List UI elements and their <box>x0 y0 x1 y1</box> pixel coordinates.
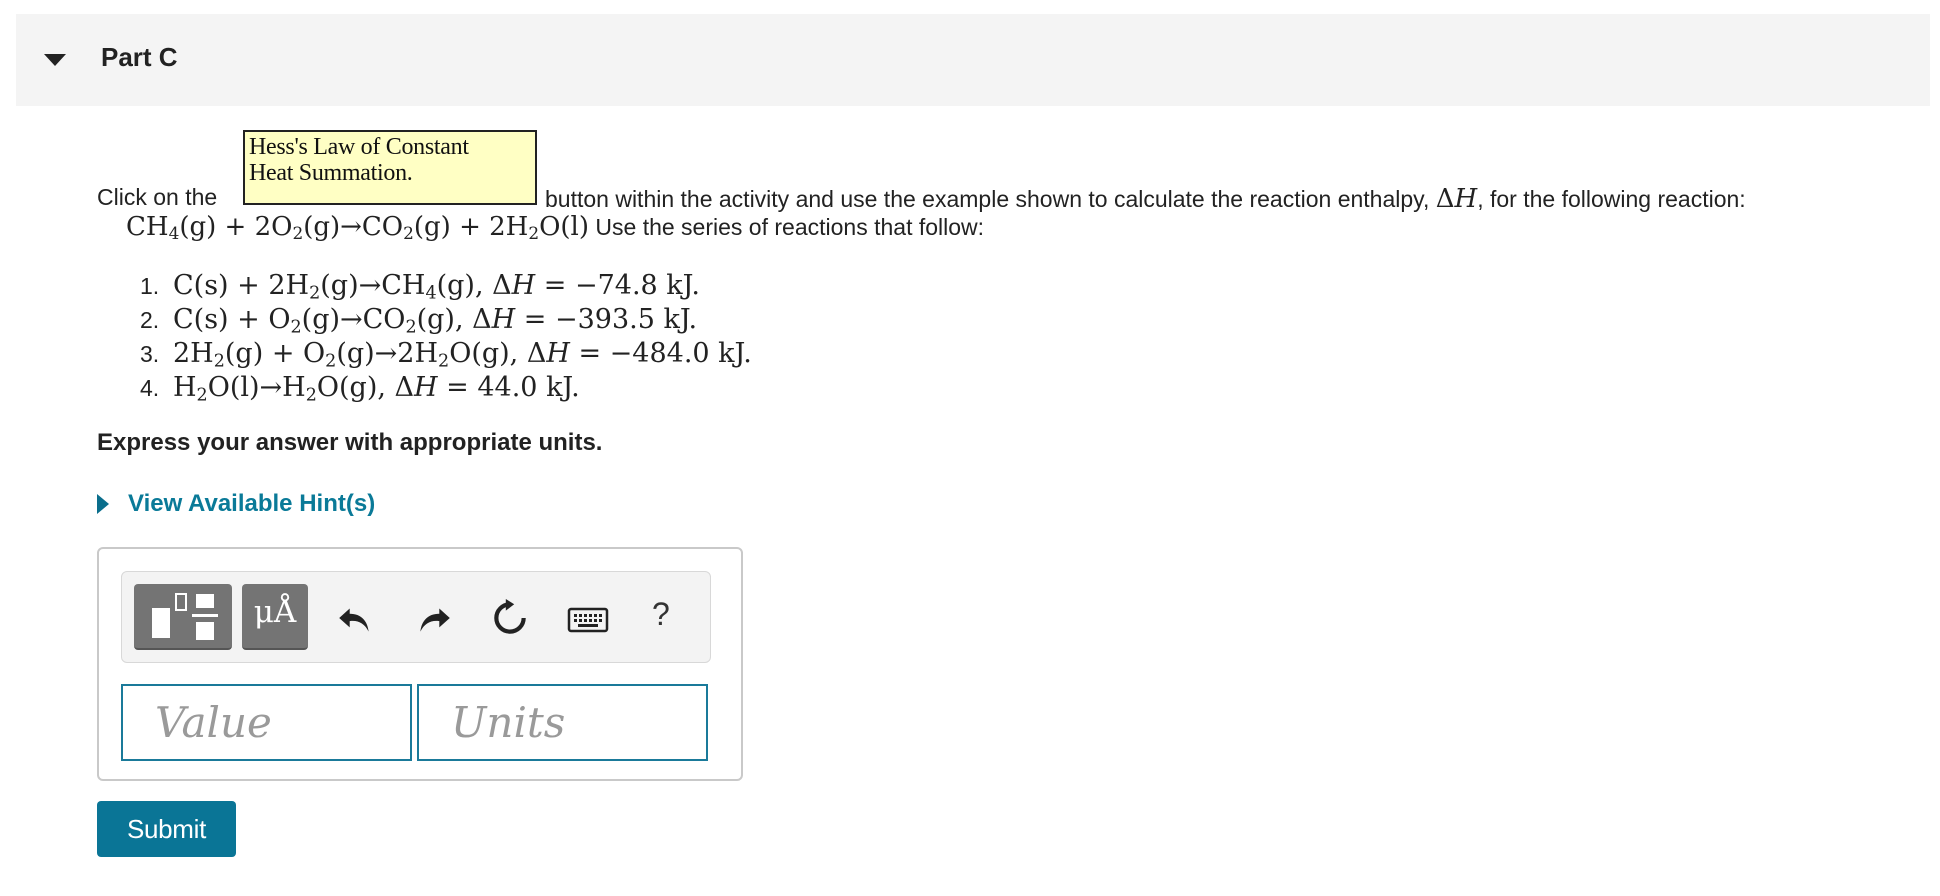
math-toolbar: μÅ ? <box>121 571 711 663</box>
target-reaction-equation: CH4(g) + 2O2(g)→CO2(g) + 2H2O(l) <box>126 212 590 244</box>
value-input[interactable]: Value <box>121 684 412 761</box>
units-input[interactable]: Units <box>417 684 708 761</box>
step-equation: C(s) + O2(g)→CO2(g), ΔH = −393.5 kJ. <box>173 304 698 338</box>
templates-button[interactable] <box>134 584 232 650</box>
hess-law-button-line1: Hess's Law of Constant <box>249 134 469 160</box>
keyboard-icon[interactable] <box>567 598 609 640</box>
expand-caret-icon[interactable] <box>97 494 109 514</box>
undo-icon[interactable] <box>335 598 377 640</box>
units-button[interactable]: μÅ <box>242 584 308 650</box>
step-equation: C(s) + 2H2(g)→CH4(g), ΔH = −74.8 kJ. <box>173 270 700 304</box>
view-hints-link[interactable]: View Available Hint(s) <box>128 490 375 518</box>
view-hints-toggle[interactable]: View Available Hint(s) <box>97 490 375 518</box>
intro-suffix-text: button within the activity and use the e… <box>545 186 1430 212</box>
collapse-caret-icon[interactable] <box>44 54 66 66</box>
units-placeholder: Units <box>451 698 566 747</box>
follow-text: Use the series of reactions that follow: <box>595 214 985 240</box>
part-header[interactable]: Part C <box>16 14 1930 106</box>
help-button[interactable]: ? <box>652 596 670 633</box>
step-number: 2. <box>140 307 160 333</box>
step-equation: 2H2(g) + O2(g)→2H2O(g), ΔH = −484.0 kJ. <box>173 338 752 372</box>
units-button-label: μÅ <box>253 594 297 630</box>
list-item: 4. H2O(l)→H2O(g), ΔH = 44.0 kJ. <box>140 372 752 406</box>
intro-suffix2: , for the following reaction: <box>1477 186 1746 212</box>
target-reaction: CH4(g) + 2O2(g)→CO2(g) + 2H2O(l) Use the… <box>126 212 984 242</box>
intro-prefix: Click on the <box>97 184 218 210</box>
list-item: 3. 2H2(g) + O2(g)→2H2O(g), ΔH = −484.0 k… <box>140 338 752 372</box>
value-placeholder: Value <box>155 698 272 747</box>
templates-icon <box>152 593 218 640</box>
delta-h-symbol: ΔH <box>1435 184 1478 214</box>
step-equation: H2O(l)→H2O(g), ΔH = 44.0 kJ. <box>173 372 580 406</box>
redo-icon[interactable] <box>412 598 454 640</box>
part-title: Part C <box>101 42 178 72</box>
list-item: 1. C(s) + 2H2(g)→CH4(g), ΔH = −74.8 kJ. <box>140 270 752 304</box>
step-number: 3. <box>140 341 160 367</box>
step-number: 4. <box>140 375 160 401</box>
reaction-series-list: 1. C(s) + 2H2(g)→CH4(g), ΔH = −74.8 kJ. … <box>140 270 752 406</box>
hess-law-button[interactable]: Hess's Law of Constant Heat Summation. <box>243 130 537 205</box>
intro-suffix: button within the activity and use the e… <box>545 184 1746 214</box>
hess-law-button-line2: Heat Summation. <box>249 160 413 186</box>
step-number: 1. <box>140 273 160 299</box>
answer-panel: μÅ ? Value Units <box>97 547 743 781</box>
submit-button[interactable]: Submit <box>97 801 236 857</box>
list-item: 2. C(s) + O2(g)→CO2(g), ΔH = −393.5 kJ. <box>140 304 752 338</box>
answer-instructions: Express your answer with appropriate uni… <box>97 429 603 456</box>
reset-icon[interactable] <box>489 598 531 640</box>
